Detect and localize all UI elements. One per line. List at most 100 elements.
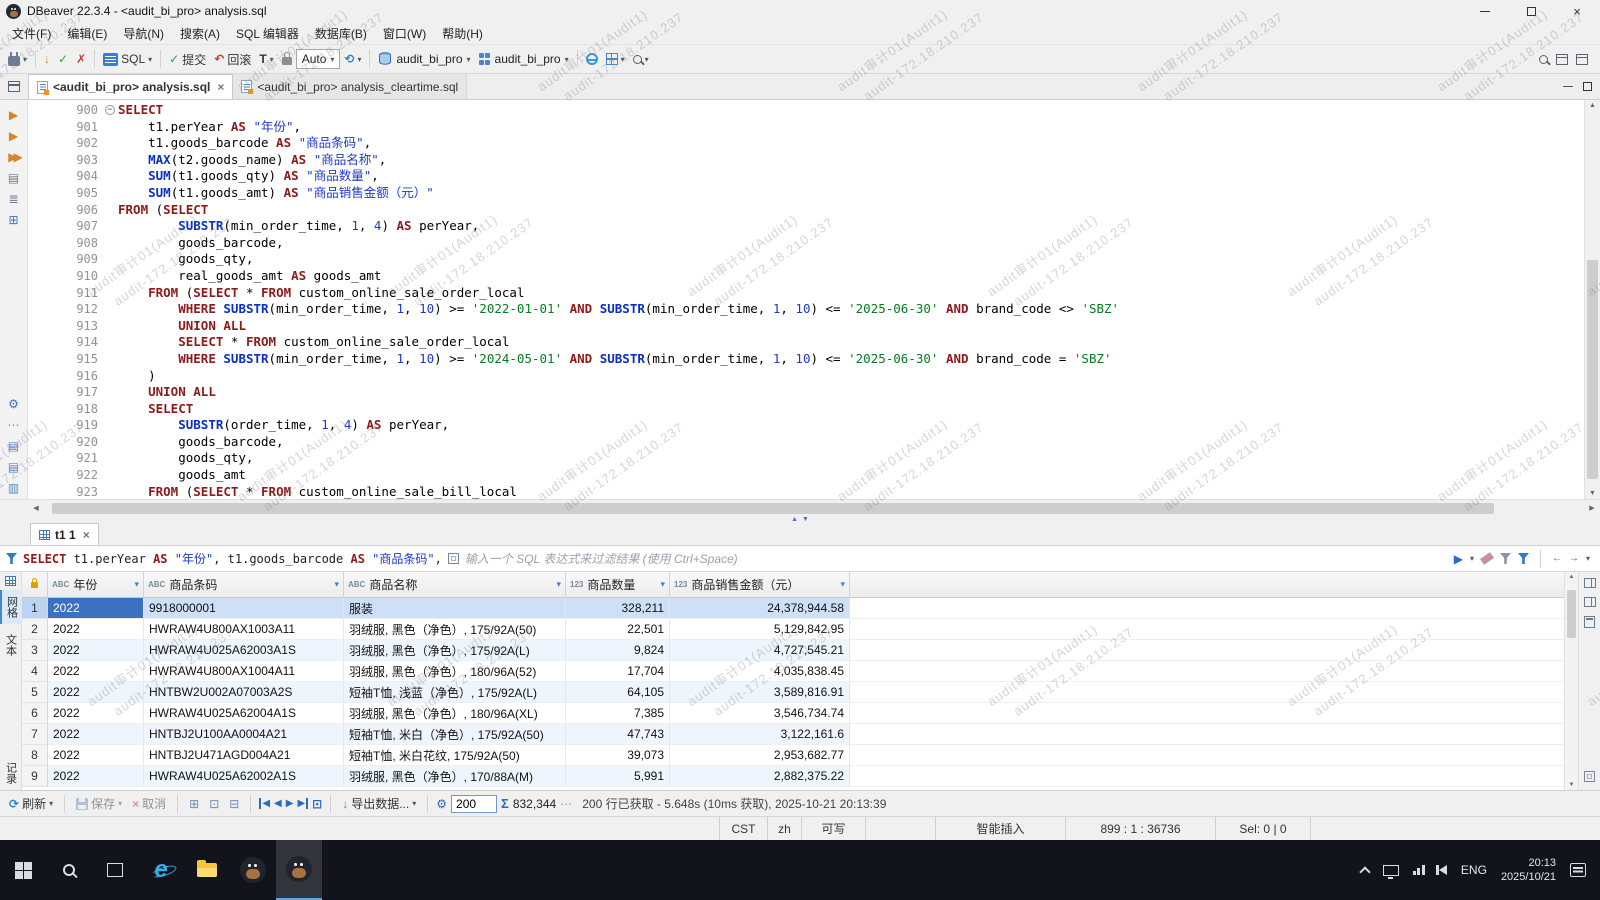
- editor-tab-analysis[interactable]: <audit_bi_pro> analysis.sql ×: [28, 74, 233, 99]
- internet-explorer-button[interactable]: e: [138, 840, 184, 900]
- explain-plan-icon[interactable]: ▤: [8, 171, 19, 185]
- add-row-button[interactable]: ⊞: [186, 797, 202, 811]
- fetch-next-page-button[interactable]: ↓: [40, 47, 54, 71]
- table-cell[interactable]: 2022: [48, 682, 144, 703]
- transaction-mode-button[interactable]: T▾: [255, 47, 277, 71]
- row-number[interactable]: 3: [22, 640, 48, 661]
- calc-panel-icon[interactable]: [1584, 616, 1595, 628]
- expand-filter-icon[interactable]: [448, 553, 459, 564]
- execute-script-icon[interactable]: ▶▶: [8, 150, 18, 164]
- toolbar-search-button[interactable]: ▾: [629, 47, 653, 71]
- maximize-editor-sash-icon[interactable]: ▲: [791, 516, 798, 524]
- table-cell[interactable]: 3,546,734.74: [670, 703, 850, 724]
- grid-body[interactable]: 120229918000001服装328,21124,378,944.58220…: [22, 598, 1564, 790]
- code-line[interactable]: 913 UNION ALL: [28, 318, 1584, 335]
- apply-filter-icon[interactable]: ▶: [1454, 552, 1463, 566]
- export-data-button[interactable]: ↓导出数据...▾: [339, 795, 419, 812]
- menu-item[interactable]: SQL 编辑器: [228, 23, 307, 44]
- code-line[interactable]: 904 SUM(t1.goods_qty) AS "商品数量",: [28, 168, 1584, 185]
- table-row[interactable]: 62022HWRAW4U025A62004A1S羽绒服, 黑色（净色）, 180…: [22, 703, 1564, 724]
- code-line[interactable]: 911 FROM (SELECT * FROM custom_online_sa…: [28, 285, 1584, 302]
- table-cell[interactable]: HWRAW4U025A62002A1S: [144, 766, 344, 787]
- code-line[interactable]: 920 goods_barcode,: [28, 434, 1584, 451]
- filter-icon[interactable]: [6, 553, 17, 564]
- table-row[interactable]: 32022HWRAW4U025A62003A1S羽绒服, 黑色（净色）, 175…: [22, 640, 1564, 661]
- table-row[interactable]: 72022HNTBJ2U100AA0004A21短袖T恤, 米白（净色）, 17…: [22, 724, 1564, 745]
- code-line[interactable]: 916 ): [28, 368, 1584, 385]
- column-filter-icon[interactable]: ▾: [334, 579, 339, 590]
- table-cell[interactable]: 2022: [48, 598, 144, 619]
- table-cell[interactable]: 2022: [48, 724, 144, 745]
- table-cell[interactable]: 3,589,816.91: [670, 682, 850, 703]
- action-center-icon[interactable]: [1570, 863, 1586, 877]
- open-script-icon[interactable]: ▤: [8, 460, 19, 474]
- table-cell[interactable]: 短袖T恤, 米白（净色）, 175/92A(50): [344, 724, 566, 745]
- delete-row-button[interactable]: ⊟: [226, 797, 242, 811]
- menu-item[interactable]: 帮助(H): [434, 23, 491, 44]
- menu-item[interactable]: 编辑(E): [59, 23, 115, 44]
- column-filter-icon[interactable]: ▾: [840, 579, 845, 590]
- tab-record-panel[interactable]: 记录: [1, 756, 21, 790]
- refresh-button[interactable]: ⟳刷新▾: [6, 795, 56, 812]
- table-cell[interactable]: 短袖T恤, 米白花纹, 175/92A(50): [344, 745, 566, 766]
- menu-item[interactable]: 数据库(B): [307, 23, 375, 44]
- table-cell[interactable]: 2022: [48, 619, 144, 640]
- layout-switch-icon[interactable]: [1576, 54, 1588, 65]
- column-filter-icon[interactable]: ▾: [556, 579, 561, 590]
- select-all-corner[interactable]: [22, 572, 48, 598]
- editor-results-splitter[interactable]: ▲ ▼: [0, 516, 1600, 524]
- table-cell[interactable]: HWRAW4U800AX1003A11: [144, 619, 344, 640]
- last-row-button[interactable]: ▶: [297, 798, 308, 809]
- more-options-icon[interactable]: ⋯: [8, 418, 20, 432]
- code-line[interactable]: 915 WHERE SUBSTR(min_order_time, 1, 10) …: [28, 351, 1584, 368]
- sql-editor[interactable]: 900−SELECT901 t1.perYear AS "年份",902 t1.…: [28, 100, 1584, 499]
- quick-search-icon[interactable]: [1539, 55, 1548, 64]
- duplicate-row-button[interactable]: ⊡: [206, 797, 222, 811]
- row-number[interactable]: 7: [22, 724, 48, 745]
- code-line[interactable]: 903 MAX(t2.goods_name) AS "商品名称",: [28, 152, 1584, 169]
- code-line[interactable]: 923 FROM (SELECT * FROM custom_online_sa…: [28, 484, 1584, 499]
- next-row-button[interactable]: ▶: [286, 798, 294, 809]
- table-row[interactable]: 82022HNTBJ2U471AGD004A21短袖T恤, 米白花纹, 175/…: [22, 745, 1564, 766]
- code-line[interactable]: 921 goods_qty,: [28, 450, 1584, 467]
- row-count-sigma-icon[interactable]: Σ: [501, 796, 509, 811]
- close-button[interactable]: ×: [1554, 0, 1600, 22]
- column-header[interactable]: ABC商品名称▾: [344, 572, 566, 598]
- code-line[interactable]: 902 t1.goods_barcode AS "商品条码",: [28, 135, 1584, 152]
- code-line[interactable]: 918 SELECT: [28, 401, 1584, 418]
- table-row[interactable]: 52022HNTBW2U002A07003A2S短袖T恤, 浅蓝（净色）, 17…: [22, 682, 1564, 703]
- row-number[interactable]: 9: [22, 766, 48, 787]
- dbeaver-taskbar-button[interactable]: [230, 840, 276, 900]
- scrollbar-thumb[interactable]: [1567, 590, 1576, 638]
- menu-item[interactable]: 搜索(A): [172, 23, 228, 44]
- table-cell[interactable]: 2022: [48, 745, 144, 766]
- column-header[interactable]: ABC商品条码▾: [144, 572, 344, 598]
- display-tray-icon[interactable]: [1383, 865, 1399, 876]
- execute-new-tab-icon[interactable]: ▶: [9, 129, 18, 143]
- dbeaver-active-taskbar-button[interactable]: [276, 840, 322, 900]
- output-panel-icon[interactable]: ⊞: [8, 213, 18, 227]
- column-filter-icon[interactable]: ▾: [134, 579, 139, 590]
- input-language-indicator[interactable]: ENG: [1461, 863, 1487, 877]
- open-perspective-icon[interactable]: [1556, 54, 1568, 65]
- table-cell[interactable]: 39,073: [566, 745, 670, 766]
- table-cell[interactable]: 2,953,682.77: [670, 745, 850, 766]
- code-line[interactable]: 910 real_goods_amt AS goods_amt: [28, 268, 1584, 285]
- table-row[interactable]: 120229918000001服装328,21124,378,944.58: [22, 598, 1564, 619]
- taskbar-clock[interactable]: 20:13 2025/10/21: [1501, 856, 1556, 884]
- fetch-all-rows-button[interactable]: ⊡: [312, 797, 322, 811]
- previous-row-button[interactable]: ◀: [274, 798, 282, 809]
- table-cell[interactable]: HNTBJ2U100AA0004A21: [144, 724, 344, 745]
- editor-tab-cleartime[interactable]: <audit_bi_pro> analysis_cleartime.sql: [233, 74, 467, 99]
- task-view-button[interactable]: [92, 840, 138, 900]
- grid-view-icon[interactable]: [5, 576, 16, 586]
- taskbar-search-button[interactable]: [46, 840, 92, 900]
- datasource-combo[interactable]: audit_bi_pro▾: [374, 48, 474, 70]
- file-explorer-button[interactable]: [184, 840, 230, 900]
- menu-item[interactable]: 文件(F): [4, 23, 59, 44]
- custom-filter-icon[interactable]: [1518, 553, 1529, 564]
- column-filter-icon[interactable]: ▾: [660, 579, 665, 590]
- table-cell[interactable]: 羽绒服, 黑色（净色）, 175/92A(L): [344, 640, 566, 661]
- commit-button[interactable]: ✓提交: [165, 47, 210, 71]
- transaction-lock-button[interactable]: [278, 47, 296, 71]
